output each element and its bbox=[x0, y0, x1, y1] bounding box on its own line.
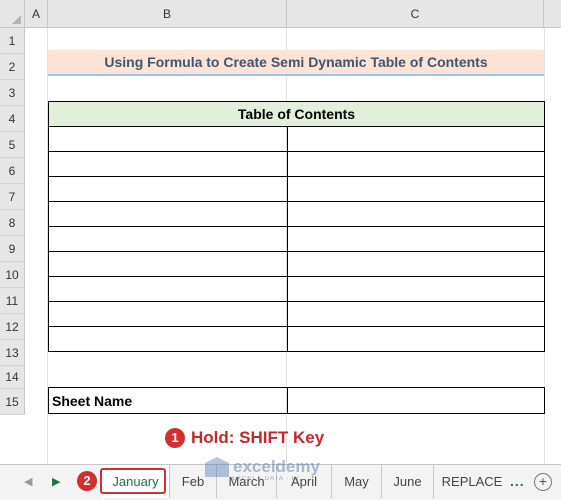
row-header-4[interactable]: 4 bbox=[0, 106, 25, 132]
table-cell[interactable] bbox=[287, 126, 545, 152]
scroll-right-icon[interactable]: ▶ bbox=[52, 475, 60, 488]
table-cell[interactable] bbox=[48, 126, 288, 152]
step1-callout: 1 Hold: SHIFT Key bbox=[165, 428, 324, 448]
step-number-badge: 1 bbox=[165, 428, 185, 448]
column-header-c[interactable]: C bbox=[287, 0, 544, 28]
row-header-5[interactable]: 5 bbox=[0, 132, 25, 158]
table-cell[interactable] bbox=[48, 226, 288, 252]
january-tab-highlight bbox=[100, 468, 166, 494]
table-cell[interactable] bbox=[48, 151, 288, 177]
sheet-name-label[interactable]: Sheet Name bbox=[48, 387, 288, 414]
sheet-title: Using Formula to Create Semi Dynamic Tab… bbox=[48, 50, 544, 76]
table-cell[interactable] bbox=[287, 151, 545, 177]
row-header-12[interactable]: 12 bbox=[0, 314, 25, 340]
row-header-1[interactable]: 1 bbox=[0, 28, 25, 54]
sheet-name-value[interactable] bbox=[287, 387, 545, 414]
row-header-11[interactable]: 11 bbox=[0, 288, 25, 314]
watermark-brand: exceldemy bbox=[233, 457, 320, 476]
table-row bbox=[48, 126, 545, 152]
step1-text: Hold: SHIFT Key bbox=[191, 428, 325, 447]
tab-may[interactable]: May bbox=[332, 465, 382, 498]
row-header-10[interactable]: 10 bbox=[0, 262, 25, 288]
row-header-2[interactable]: 2 bbox=[0, 54, 25, 80]
column-header-d[interactable] bbox=[544, 0, 561, 28]
table-row bbox=[48, 176, 545, 202]
row-header-14[interactable]: 14 bbox=[0, 366, 25, 389]
sheet-name-table: Sheet Name bbox=[48, 387, 545, 414]
add-sheet-icon[interactable]: + bbox=[534, 473, 552, 491]
table-cell[interactable] bbox=[287, 176, 545, 202]
worksheet-grid[interactable]: Using Formula to Create Semi Dynamic Tab… bbox=[25, 28, 561, 464]
select-all-triangle-icon bbox=[12, 15, 21, 24]
house-icon bbox=[205, 457, 229, 477]
toc-header[interactable]: Table of Contents bbox=[48, 101, 545, 127]
table-cell[interactable] bbox=[287, 326, 545, 352]
row-header-9[interactable]: 9 bbox=[0, 236, 25, 262]
tab-replace[interactable]: REPLACE bbox=[434, 465, 510, 498]
select-all-corner[interactable] bbox=[0, 0, 25, 28]
step-number-badge: 2 bbox=[77, 471, 97, 491]
table-row bbox=[48, 226, 545, 252]
table-cell[interactable] bbox=[48, 301, 288, 327]
table-cell[interactable] bbox=[287, 226, 545, 252]
more-tabs-button[interactable]: ... bbox=[510, 473, 525, 489]
table-row bbox=[48, 251, 545, 277]
column-header-a[interactable]: A bbox=[25, 0, 48, 28]
column-header-b[interactable]: B bbox=[48, 0, 287, 28]
table-cell[interactable] bbox=[48, 276, 288, 302]
row-header-8[interactable]: 8 bbox=[0, 210, 25, 236]
table-row bbox=[48, 326, 545, 352]
table-cell[interactable] bbox=[287, 201, 545, 227]
table-cell[interactable] bbox=[287, 301, 545, 327]
table-cell[interactable] bbox=[48, 251, 288, 277]
table-of-contents: Table of Contents bbox=[48, 101, 545, 352]
table-cell[interactable] bbox=[48, 326, 288, 352]
table-row bbox=[48, 301, 545, 327]
table-row bbox=[48, 151, 545, 177]
table-row bbox=[48, 276, 545, 302]
row-header-15[interactable]: 15 bbox=[0, 389, 25, 415]
watermark-logo: exceldemy bbox=[205, 457, 320, 477]
row-header-3[interactable]: 3 bbox=[0, 80, 25, 106]
table-cell[interactable] bbox=[48, 176, 288, 202]
row-header-6[interactable]: 6 bbox=[0, 158, 25, 184]
row-header-7[interactable]: 7 bbox=[0, 184, 25, 210]
table-cell[interactable] bbox=[48, 201, 288, 227]
scroll-left-icon[interactable]: ◀ bbox=[24, 475, 32, 488]
table-row: Sheet Name bbox=[48, 387, 545, 414]
table-cell[interactable] bbox=[287, 251, 545, 277]
watermark-tagline: EXCEL · DATA · BI bbox=[232, 476, 300, 482]
table-cell[interactable] bbox=[287, 276, 545, 302]
table-row bbox=[48, 201, 545, 227]
row-header-13[interactable]: 13 bbox=[0, 340, 25, 366]
tab-june[interactable]: June bbox=[382, 465, 434, 498]
